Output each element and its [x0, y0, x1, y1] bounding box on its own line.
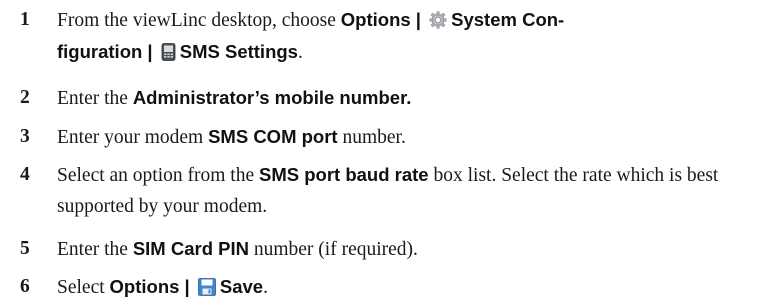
- step-6: 6 Select Options | Save.: [20, 271, 758, 303]
- step-number: 6: [20, 276, 30, 297]
- field-sim-card-pin: SIM Card PIN: [132, 238, 249, 259]
- step-text: Select Options | Save.: [57, 276, 268, 298]
- save-disk-icon: [197, 278, 216, 296]
- step-5: 5 Enter the SIM Card PIN number (if requ…: [20, 233, 758, 265]
- step-text: Enter your modem SMS COM port number.: [57, 126, 406, 148]
- step-number: 4: [20, 164, 30, 185]
- step-text: Select an option from the SMS port baud …: [57, 164, 719, 217]
- menu-path-save: Save: [219, 276, 264, 297]
- step-2: 2 Enter the Administrator’s mobile numbe…: [20, 82, 758, 114]
- field-sms-com-port: SMS COM port: [208, 126, 338, 147]
- step-text: Enter the SIM Card PIN number (if requir…: [57, 238, 418, 260]
- step-text: From the viewLinc desktop, choose Option…: [57, 9, 565, 63]
- field-administrator-mobile-number: Administrator’s mobile number.: [132, 87, 412, 108]
- menu-path-system-configuration-cont: figuration |: [57, 41, 158, 62]
- menu-path-sms-settings: SMS Settings: [179, 41, 298, 62]
- menu-path-options: Options |: [340, 9, 427, 30]
- step-number: 5: [20, 238, 30, 259]
- step-number: 1: [20, 9, 30, 30]
- sms-phone-icon: [161, 43, 176, 61]
- gear-icon: [429, 11, 447, 29]
- step-number: 2: [20, 87, 30, 108]
- step-1: 1 From the viewLinc desktop, choose Opti…: [20, 4, 758, 68]
- step-text: Enter the Administrator’s mobile number.: [57, 87, 412, 109]
- step-3: 3 Enter your modem SMS COM port number.: [20, 121, 758, 153]
- menu-path-system-configuration: System Con-: [451, 9, 565, 30]
- field-sms-port-baud-rate: SMS port baud rate: [259, 164, 429, 185]
- step-number: 3: [20, 126, 30, 147]
- step-4: 4 Select an option from the SMS port bau…: [20, 159, 758, 222]
- menu-path-options: Options |: [109, 276, 195, 297]
- procedure-steps: 1 From the viewLinc desktop, choose Opti…: [0, 0, 766, 306]
